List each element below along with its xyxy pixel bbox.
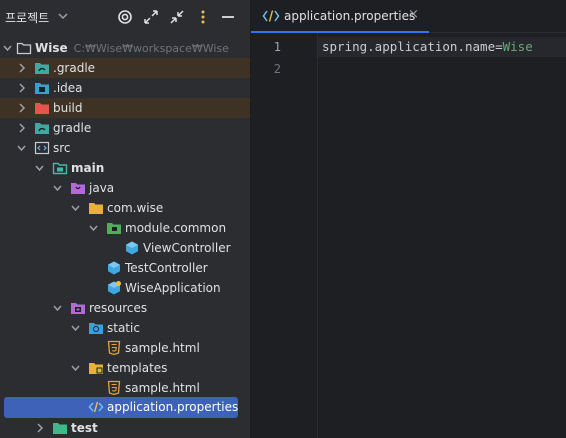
tree-item-test-controller[interactable]: TestController <box>0 258 250 278</box>
line-number-gutter: 1 2 <box>251 33 317 438</box>
package-icon <box>89 203 103 214</box>
tree-item-wise[interactable]: Wise C:₩Wise₩workspace₩Wise <box>0 38 250 58</box>
tree-item-templates-sample-html[interactable]: sample.html <box>0 378 250 398</box>
tree-item-label: gradle <box>53 121 92 135</box>
properties-file-icon <box>88 401 104 413</box>
chevron-right-icon[interactable] <box>16 122 27 134</box>
folder-icon <box>35 103 49 114</box>
tree-item-test[interactable]: test <box>0 418 250 438</box>
chevron-down-icon[interactable] <box>70 202 81 214</box>
tree-item-label: build <box>53 101 83 115</box>
folder-icon <box>16 42 32 55</box>
line-number: 1 <box>273 40 281 54</box>
tree-item-label: sample.html <box>125 381 200 395</box>
tree-item-wise-application[interactable]: WiseApplication <box>0 278 250 298</box>
tree-item-label: Wise <box>35 41 68 55</box>
chevron-right-icon[interactable] <box>16 102 27 114</box>
chevron-right-icon[interactable] <box>34 422 45 434</box>
chevron-down-icon[interactable] <box>2 42 13 54</box>
tree-item-src[interactable]: src <box>0 138 250 158</box>
code-area[interactable]: spring.application.name=Wise <box>317 33 566 438</box>
module-folder-icon <box>52 162 68 175</box>
html-file-icon <box>107 340 121 356</box>
source-root-icon <box>71 183 85 194</box>
chevron-down-icon[interactable] <box>70 322 81 334</box>
chevron-down-icon[interactable] <box>57 9 69 23</box>
folder-icon <box>35 83 49 94</box>
test-folder-icon <box>53 423 67 434</box>
collapse-all-icon[interactable] <box>168 8 186 26</box>
chevron-down-icon[interactable] <box>34 162 45 174</box>
tree-item-com-wise[interactable]: com.wise <box>0 198 250 218</box>
line-number: 2 <box>273 62 281 76</box>
package-icon <box>89 363 103 374</box>
editor-tab-bar: application.properties × <box>251 0 566 33</box>
tree-item-templates[interactable]: templates <box>0 358 250 378</box>
tree-item-label: module.common <box>125 221 227 235</box>
tree-item-main[interactable]: main <box>0 158 250 178</box>
property-separator: = <box>495 39 503 54</box>
package-icon <box>107 223 121 234</box>
tree-item-label: resources <box>89 301 148 315</box>
chevron-right-icon[interactable] <box>16 82 27 94</box>
tree-item-dot-idea[interactable]: .idea <box>0 78 250 98</box>
editor-tab-label: application.properties <box>284 9 416 23</box>
tree-item-label: application.properties <box>107 400 239 414</box>
chevron-down-icon[interactable] <box>52 302 63 314</box>
chevron-down-icon[interactable] <box>70 362 81 374</box>
property-value: Wise <box>502 39 533 54</box>
tree-item-label: ViewController <box>143 241 231 255</box>
tree-item-static-sample-html[interactable]: sample.html <box>0 338 250 358</box>
editor: application.properties × 1 2 spring.appl… <box>251 0 566 438</box>
project-path: C:₩Wise₩workspace₩Wise <box>73 42 229 55</box>
project-panel: 프로젝트 Wise C:₩Wise₩workspace₩Wise .gradle… <box>0 0 250 438</box>
tree-item-build[interactable]: build <box>0 98 250 118</box>
project-panel-header: 프로젝트 <box>0 0 250 34</box>
tree-item-module-common[interactable]: module.common <box>0 218 250 238</box>
tree-item-label: WiseApplication <box>125 281 221 295</box>
tree-item-label: .idea <box>53 81 83 95</box>
resources-folder-icon <box>71 303 85 314</box>
web-folder-icon <box>89 323 103 334</box>
editor-tab-application-properties[interactable]: application.properties × <box>251 0 429 33</box>
chevron-down-icon[interactable] <box>52 182 63 194</box>
folder-icon <box>35 123 49 134</box>
class-icon <box>126 241 138 255</box>
tree-item-label: templates <box>107 361 168 375</box>
tree-item-label: com.wise <box>107 201 164 215</box>
spring-class-icon <box>108 281 121 295</box>
properties-file-icon <box>262 10 280 22</box>
locate-icon[interactable] <box>116 8 134 26</box>
chevron-right-icon[interactable] <box>16 62 27 74</box>
tree-item-dot-gradle[interactable]: .gradle <box>0 58 250 78</box>
tree-item-label: .gradle <box>53 61 96 75</box>
project-view-selector[interactable]: 프로젝트 <box>5 9 49 26</box>
tree-item-label: sample.html <box>125 341 200 355</box>
options-icon[interactable] <box>194 8 212 26</box>
tree-item-label: static <box>107 321 140 335</box>
tree-item-label: main <box>71 161 105 175</box>
tree-item-view-controller[interactable]: ViewController <box>0 238 250 258</box>
folder-icon <box>35 63 49 74</box>
close-icon[interactable]: × <box>408 7 419 22</box>
property-key: spring.application.name <box>322 39 496 54</box>
code-line: spring.application.name=Wise <box>322 39 533 54</box>
hide-icon[interactable] <box>219 8 237 26</box>
tree-item-resources[interactable]: resources <box>0 298 250 318</box>
tree-item-application-properties[interactable]: application.properties <box>4 397 238 418</box>
html-file-icon <box>107 380 121 396</box>
tree-item-static[interactable]: static <box>0 318 250 338</box>
chevron-down-icon[interactable] <box>16 142 27 154</box>
tree-item-java[interactable]: java <box>0 178 250 198</box>
class-icon <box>108 261 120 275</box>
tree-item-label: java <box>89 181 115 195</box>
source-folder-icon <box>34 141 50 155</box>
expand-all-icon[interactable] <box>142 8 160 26</box>
tree-item-gradle[interactable]: gradle <box>0 118 250 138</box>
tree-item-label: src <box>53 141 71 155</box>
tree-item-label: test <box>71 421 98 435</box>
chevron-down-icon[interactable] <box>88 222 99 234</box>
tree-item-label: TestController <box>125 261 208 275</box>
